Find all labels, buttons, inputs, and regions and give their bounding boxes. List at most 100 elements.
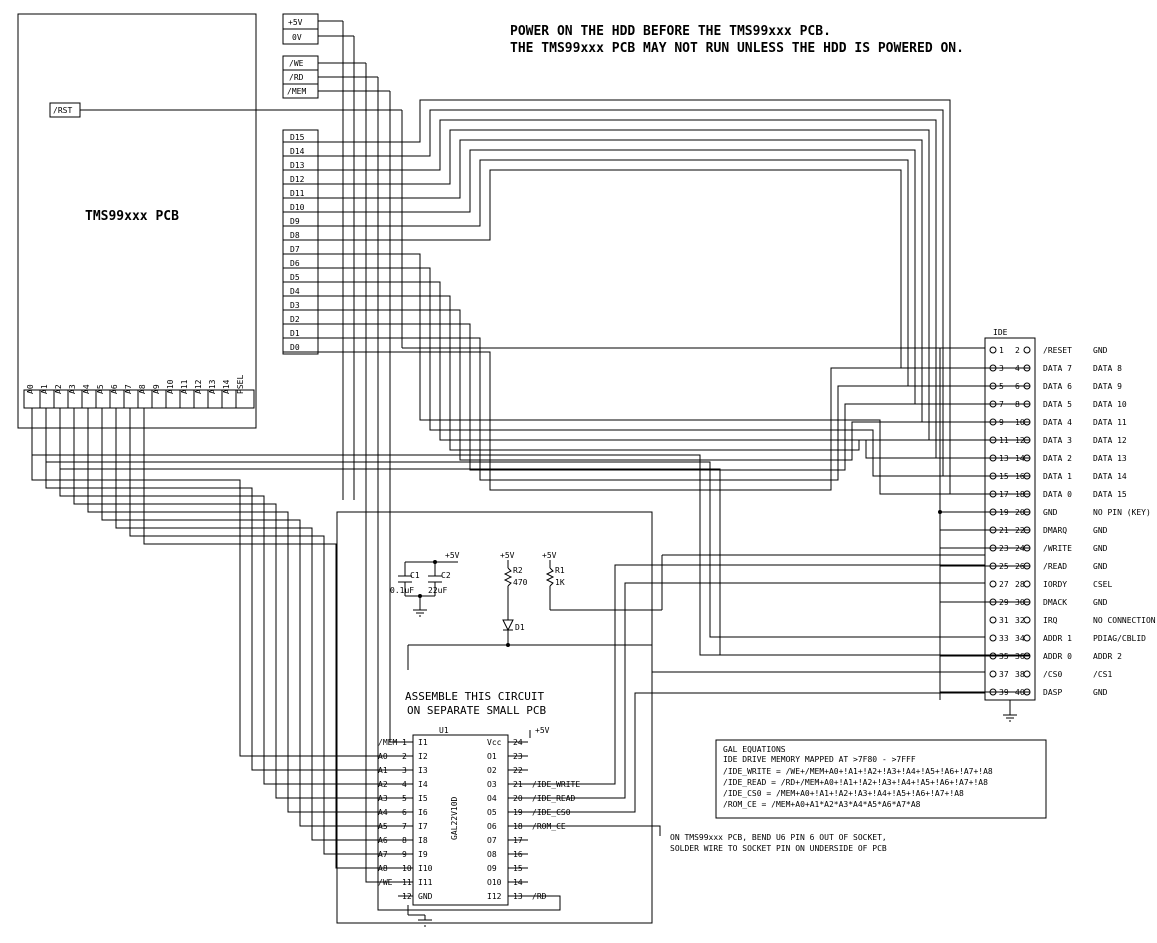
svg-text:D10: D10 bbox=[290, 203, 305, 212]
svg-text:A13: A13 bbox=[208, 379, 217, 394]
svg-text:+5V: +5V bbox=[500, 551, 515, 560]
svg-text:I9: I9 bbox=[418, 850, 428, 859]
svg-text:GND: GND bbox=[1043, 508, 1058, 517]
svg-text:+5V: +5V bbox=[542, 551, 557, 560]
svg-text:O5: O5 bbox=[487, 808, 497, 817]
svg-text:/WRITE: /WRITE bbox=[1043, 544, 1072, 553]
svg-text:C1: C1 bbox=[410, 571, 420, 580]
svg-text:A6: A6 bbox=[110, 384, 119, 394]
svg-text:/ROM_CE = /MEM+A0+A1*A2*A3*: /ROM_CE = /MEM+A0+A1*A2*A3*A4*A5*A6*A7*A… bbox=[723, 800, 921, 809]
svg-text:IDE DRIVE MEMORY MAPPED AT >7F: IDE DRIVE MEMORY MAPPED AT >7F80 - >7FFF bbox=[723, 755, 916, 764]
svg-text:DATA 14: DATA 14 bbox=[1093, 472, 1127, 481]
svg-text:O1: O1 bbox=[487, 752, 497, 761]
svg-text:GND: GND bbox=[1093, 526, 1108, 535]
svg-text:I8: I8 bbox=[418, 836, 428, 845]
svg-text:O4: O4 bbox=[487, 794, 497, 803]
svg-text:A14: A14 bbox=[222, 379, 231, 394]
svg-text:ADDR 0: ADDR 0 bbox=[1043, 652, 1072, 661]
svg-text:/IDE_CS0 = /MEM+A0+!A1+!A2+!: /IDE_CS0 = /MEM+A0+!A1+!A2+!A3+!A4+!A5+!… bbox=[723, 789, 964, 798]
svg-text:O10: O10 bbox=[487, 878, 502, 887]
svg-text:/IDE_READ = /RD+/MEM+A0+!A1+!: /IDE_READ = /RD+/MEM+A0+!A1+!A2+!A3+!A4+… bbox=[723, 778, 988, 787]
svg-text:/CS1: /CS1 bbox=[1093, 670, 1112, 679]
svg-text:DATA 13: DATA 13 bbox=[1093, 454, 1127, 463]
svg-text:A7: A7 bbox=[124, 384, 133, 394]
svg-text:0.1uF: 0.1uF bbox=[390, 586, 414, 595]
svg-text:SOLDER WIRE TO SOCKET PIN ON U: SOLDER WIRE TO SOCKET PIN ON UNDERSIDE O… bbox=[670, 844, 887, 853]
svg-text:DASP: DASP bbox=[1043, 688, 1062, 697]
svg-text:2: 2 bbox=[1015, 346, 1020, 355]
svg-text:CSEL: CSEL bbox=[1093, 580, 1112, 589]
ide-connector bbox=[985, 338, 1035, 700]
svg-text:/RST: /RST bbox=[53, 106, 72, 115]
svg-text:1: 1 bbox=[999, 346, 1004, 355]
svg-text:A3: A3 bbox=[68, 384, 77, 394]
svg-text:D8: D8 bbox=[290, 231, 300, 240]
svg-text:NO PIN (KEY): NO PIN (KEY) bbox=[1093, 508, 1151, 517]
svg-text:DATA 9: DATA 9 bbox=[1093, 382, 1122, 391]
warning-line2: THE TMS99xxx PCB MAY NOT RUN UNLESS THE … bbox=[510, 41, 964, 56]
schematic-diagram: POWER ON THE HDD BEFORE THE TMS99xxx PCB… bbox=[0, 0, 1157, 943]
svg-text:/CS0: /CS0 bbox=[1043, 670, 1062, 679]
svg-text:A10: A10 bbox=[166, 379, 175, 394]
svg-text:A1: A1 bbox=[40, 384, 49, 394]
svg-text:R1: R1 bbox=[555, 566, 565, 575]
svg-text:DMARQ: DMARQ bbox=[1043, 526, 1067, 535]
svg-text:A2: A2 bbox=[54, 384, 63, 394]
svg-text:DATA 12: DATA 12 bbox=[1093, 436, 1127, 445]
svg-text:O7: O7 bbox=[487, 836, 497, 845]
svg-text:DATA 1: DATA 1 bbox=[1043, 472, 1072, 481]
svg-text:GND: GND bbox=[1093, 688, 1108, 697]
svg-text:I12: I12 bbox=[487, 892, 502, 901]
svg-text:O9: O9 bbox=[487, 864, 497, 873]
svg-text:DATA 4: DATA 4 bbox=[1043, 418, 1072, 427]
svg-text:DATA 7: DATA 7 bbox=[1043, 364, 1072, 373]
svg-text:DATA 10: DATA 10 bbox=[1093, 400, 1127, 409]
svg-text:33: 33 bbox=[999, 634, 1009, 643]
svg-text:D2: D2 bbox=[290, 315, 300, 324]
svg-text:ADDR 1: ADDR 1 bbox=[1043, 634, 1072, 643]
svg-text:I6: I6 bbox=[418, 808, 428, 817]
svg-text:DATA 2: DATA 2 bbox=[1043, 454, 1072, 463]
svg-text:DATA 0: DATA 0 bbox=[1043, 490, 1072, 499]
svg-text:O2: O2 bbox=[487, 766, 497, 775]
svg-text:IRQ: IRQ bbox=[1043, 616, 1058, 625]
svg-text:O3: O3 bbox=[487, 780, 497, 789]
svg-text:I7: I7 bbox=[418, 822, 428, 831]
svg-text:I5: I5 bbox=[418, 794, 428, 803]
svg-text:DATA 11: DATA 11 bbox=[1093, 418, 1127, 427]
svg-text:34: 34 bbox=[1015, 634, 1025, 643]
svg-text:D4: D4 bbox=[290, 287, 300, 296]
svg-text:IDE: IDE bbox=[993, 328, 1008, 337]
svg-text:+5V: +5V bbox=[445, 551, 460, 560]
svg-text:/READ: /READ bbox=[1043, 562, 1067, 571]
svg-text:U1: U1 bbox=[439, 726, 449, 735]
svg-text:A0: A0 bbox=[26, 384, 35, 394]
svg-text:0V: 0V bbox=[292, 33, 302, 42]
svg-text:A9: A9 bbox=[152, 384, 161, 394]
svg-text:ADDR 2: ADDR 2 bbox=[1093, 652, 1122, 661]
svg-text:I2: I2 bbox=[418, 752, 428, 761]
svg-text:PSEL: PSEL bbox=[236, 375, 245, 394]
svg-text:DATA 6: DATA 6 bbox=[1043, 382, 1072, 391]
svg-text:O8: O8 bbox=[487, 850, 497, 859]
svg-text:ON SEPARATE SMALL PCB: ON SEPARATE SMALL PCB bbox=[407, 704, 546, 717]
svg-text:+5V: +5V bbox=[535, 726, 550, 735]
svg-text:D11: D11 bbox=[290, 189, 305, 198]
svg-text:D7: D7 bbox=[290, 245, 300, 254]
svg-text:I1: I1 bbox=[418, 738, 428, 747]
svg-text:31: 31 bbox=[999, 616, 1009, 625]
svg-text:28: 28 bbox=[1015, 580, 1025, 589]
svg-text:C2: C2 bbox=[441, 571, 451, 580]
svg-text:GND: GND bbox=[1093, 562, 1108, 571]
svg-text:IORDY: IORDY bbox=[1043, 580, 1067, 589]
svg-text:470: 470 bbox=[513, 578, 528, 587]
svg-text:D3: D3 bbox=[290, 301, 300, 310]
svg-text:DATA 5: DATA 5 bbox=[1043, 400, 1072, 409]
svg-text:I11: I11 bbox=[418, 878, 433, 887]
svg-text:A5: A5 bbox=[96, 384, 105, 394]
svg-text:27: 27 bbox=[999, 580, 1009, 589]
svg-text:I3: I3 bbox=[418, 766, 428, 775]
svg-text:D0: D0 bbox=[290, 343, 300, 352]
svg-text:A4: A4 bbox=[82, 384, 91, 394]
svg-text:ASSEMBLE THIS CIRCUIT: ASSEMBLE THIS CIRCUIT bbox=[405, 690, 544, 703]
